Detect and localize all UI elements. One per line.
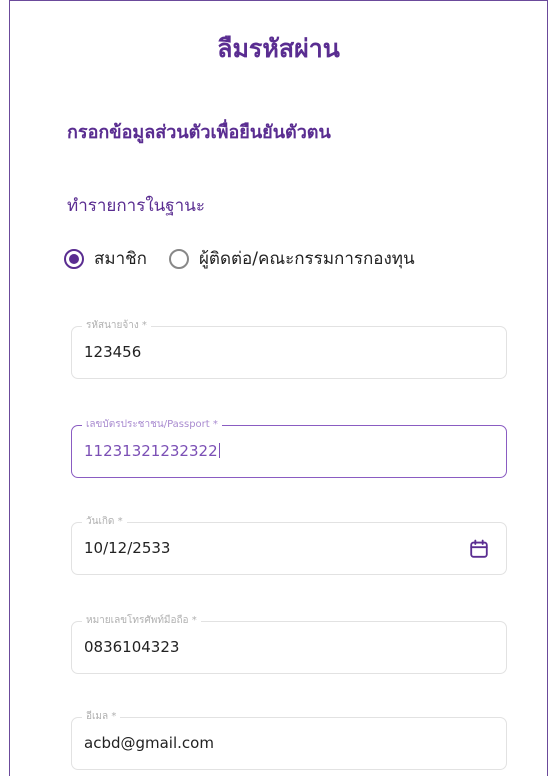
page-title: ลืมรหัสผ่าน [217, 34, 340, 63]
employer-code-value: 123456 [84, 343, 142, 361]
radio-unselected-icon[interactable] [168, 248, 189, 269]
employer-code-label: รหัสนายจ้าง * [82, 319, 151, 333]
employer-code-field[interactable]: รหัสนายจ้าง * 123456 [71, 319, 507, 379]
email-field[interactable]: อีเมล * acbd@gmail.com [71, 710, 507, 770]
radio-option-contact[interactable]: ผู้ติดต่อ/คณะกรรมการกองทุน [168, 245, 415, 272]
radio-label-member: สมาชิก [94, 249, 147, 269]
birth-date-value: 10/12/2533 [84, 539, 171, 557]
radio-label-contact: ผู้ติดต่อ/คณะกรรมการกองทุน [198, 249, 415, 269]
phone-label: หมายเลขโทรศัพท์มือถือ * [82, 614, 201, 628]
birth-date-field[interactable]: วันเกิด * 10/12/2533 [71, 515, 507, 575]
id-card-label: เลขบัตรประชาชน/Passport * [82, 418, 222, 432]
text-cursor [218, 443, 220, 458]
forgot-password-panel: ลืมรหัสผ่าน กรอกข้อมูลส่วนตัวเพื่อยืนยัน… [9, 0, 548, 776]
role-radio-group: สมาชิก ผู้ติดต่อ/คณะกรรมการกองทุน [64, 245, 437, 272]
role-label: ทำรายการในฐานะ [67, 196, 205, 216]
email-value: acbd@gmail.com [84, 734, 214, 752]
id-card-value: 11231321232322 [84, 442, 220, 460]
birth-date-label: วันเกิด * [82, 515, 127, 529]
section-title: กรอกข้อมูลส่วนตัวเพื่อยืนยันตัวตน [67, 122, 331, 143]
radio-option-member[interactable]: สมาชิก [64, 245, 147, 272]
phone-value: 0836104323 [84, 638, 180, 656]
phone-field[interactable]: หมายเลขโทรศัพท์มือถือ * 0836104323 [71, 614, 507, 674]
id-card-field[interactable]: เลขบัตรประชาชน/Passport * 11231321232322 [71, 418, 507, 478]
calendar-icon[interactable] [468, 538, 490, 560]
radio-selected-icon[interactable] [64, 248, 84, 269]
email-label: อีเมล * [82, 710, 121, 724]
